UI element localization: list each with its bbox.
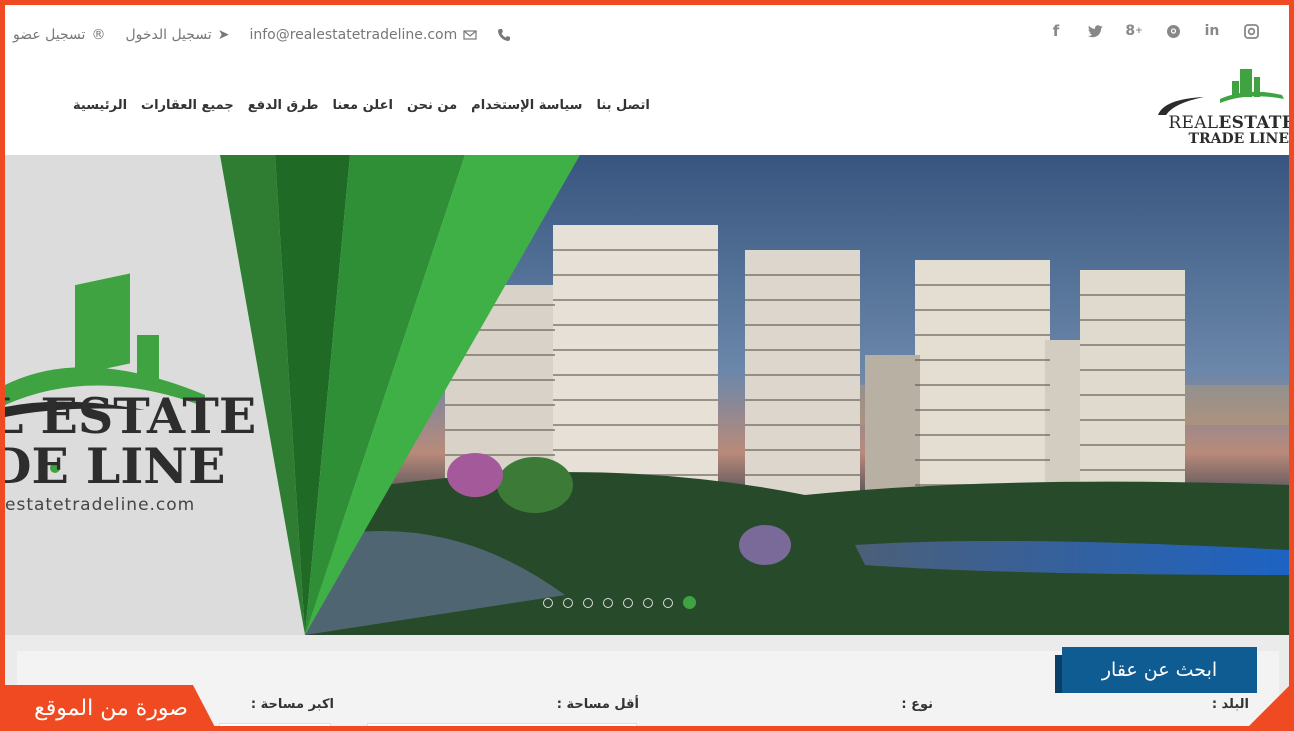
phone-icon (498, 29, 511, 41)
sign-in-icon: ➤ (217, 27, 230, 43)
email-text: info@realestatetradeline.com (249, 27, 458, 43)
twitter-icon[interactable] (1083, 19, 1107, 43)
logo-line1: REALESTATE (1168, 113, 1294, 133)
min-area-label: أقل مساحة : (556, 697, 639, 712)
facebook-icon[interactable]: f (1044, 19, 1068, 43)
phone-link[interactable] (497, 28, 511, 42)
logo-line2: TRADE LINE (1188, 131, 1289, 147)
search-title: ابحث عن عقار (1055, 647, 1257, 693)
hero-brand-url: estatetradeline.com (5, 495, 196, 515)
slider-dot[interactable] (643, 598, 653, 608)
nav-item-payment-methods[interactable]: طرق الدفع (248, 98, 319, 113)
hero-brand-name: L ESTATE DE LINE (5, 387, 257, 495)
slider-dot[interactable] (583, 598, 593, 608)
login-link[interactable]: ➤ تسجيل الدخول (125, 27, 229, 43)
corner-accent (1249, 686, 1289, 726)
login-label: تسجيل الدخول (125, 27, 212, 43)
logo-building-icon (1158, 69, 1284, 115)
register-label: تسجيل عضو (13, 27, 86, 43)
min-area-input[interactable] (367, 723, 637, 726)
linkedin-icon[interactable]: in (1200, 19, 1224, 43)
site-logo[interactable]: REALESTATE TRADE LINE (1144, 65, 1289, 153)
nav-item-contact[interactable]: اتصل بنا (596, 98, 649, 113)
watermark-badge: صورة من الموقع (5, 685, 217, 726)
instagram-icon[interactable] (1239, 19, 1263, 43)
nav-item-advertise[interactable]: اعلن معنا (332, 98, 392, 113)
nav-item-about[interactable]: من نحن (407, 98, 457, 113)
nav-item-home[interactable]: الرئيسية (73, 98, 127, 113)
slider-dot[interactable] (563, 598, 573, 608)
pinterest-icon[interactable] (1161, 19, 1185, 43)
hero-slider: L ESTATE DE LINE estatetradeline.com (5, 155, 1289, 635)
slider-dot[interactable] (623, 598, 633, 608)
slider-dot[interactable] (663, 598, 673, 608)
type-label: نوع : (901, 697, 933, 712)
screenshot-frame: ® تسجيل عضو ➤ تسجيل الدخول info@realesta… (0, 0, 1294, 731)
nav-item-terms[interactable]: سياسة الإستخدام (471, 98, 582, 113)
social-links: f 8 + in (1044, 19, 1263, 43)
slider-dots (543, 596, 696, 609)
main-nav: الرئيسية جميع العقارات طرق الدفع اعلن مع… (73, 98, 650, 113)
top-links: ® تسجيل عضو ➤ تسجيل الدخول info@realesta… (13, 23, 511, 47)
nav-item-all-properties[interactable]: جميع العقارات (141, 98, 234, 113)
slider-dot-active[interactable] (683, 596, 696, 609)
site-header: الرئيسية جميع العقارات طرق الدفع اعلن مع… (5, 61, 1289, 155)
max-area-input[interactable] (219, 723, 331, 726)
slider-dot[interactable] (543, 598, 553, 608)
max-area-label: اكبر مساحة : (250, 697, 334, 712)
email-link[interactable]: info@realestatetradeline.com (249, 27, 477, 43)
google-plus-icon[interactable]: 8 + (1122, 19, 1146, 43)
slider-dot[interactable] (603, 598, 613, 608)
register-link[interactable]: ® تسجيل عضو (13, 27, 105, 43)
envelope-icon (463, 30, 477, 40)
top-bar: ® تسجيل عضو ➤ تسجيل الدخول info@realesta… (5, 5, 1289, 61)
country-label: البلد : (1211, 697, 1249, 712)
registered-icon: ® (91, 27, 106, 43)
